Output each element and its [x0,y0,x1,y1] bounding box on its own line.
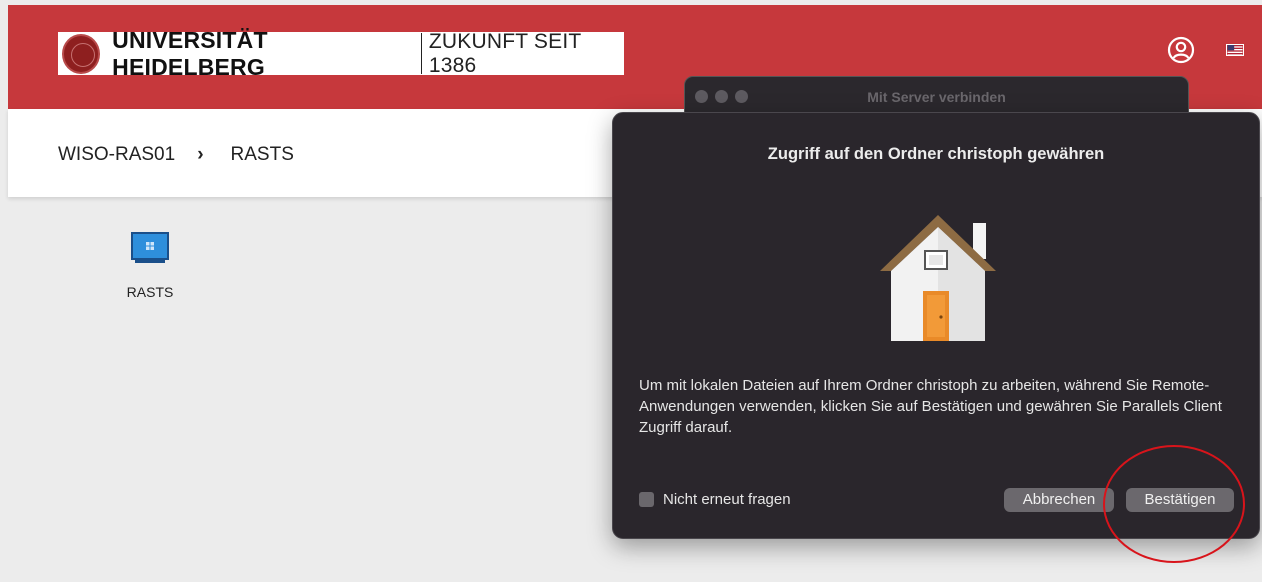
monitor-stand [135,260,165,263]
breadcrumb-item-server[interactable]: WISO-RAS01 [58,144,175,166]
university-tagline: ZUKUNFT SEIT 1386 [428,29,582,77]
cancel-button[interactable]: Abbrechen [1004,488,1114,512]
us-flag-icon[interactable] [1226,44,1244,56]
dont-ask-again-label[interactable]: Nicht erneut fragen [663,491,791,508]
confirm-button[interactable]: Bestätigen [1126,488,1234,512]
windows-monitor-icon [131,232,169,260]
user-circle-icon[interactable] [1167,36,1195,64]
home-folder-icon [880,215,996,341]
dialog-title: Zugriff auf den Ordner christoph gewähre… [767,145,1105,163]
university-logo[interactable]: UNIVERSITÄT HEIDELBERG ZUKUNFT SEIT 1386 [58,27,624,80]
university-name: UNIVERSITÄT HEIDELBERG [112,26,268,80]
dont-ask-again-checkbox[interactable] [639,492,654,507]
breadcrumb-separator: › [197,144,204,165]
resource-tile-label: RASTS [126,284,174,300]
logo-divider [420,33,422,74]
resource-tile-rasts[interactable]: RASTS [118,232,182,300]
university-seal-icon [62,33,101,74]
background-window-title: Mit Server verbinden [867,89,1006,105]
breadcrumb-item-current[interactable]: RASTS [231,144,294,166]
dont-ask-again-option[interactable]: Nicht erneut fragen [639,491,791,508]
permission-dialog: Zugriff auf den Ordner christoph gewähre… [612,112,1260,539]
breadcrumb: WISO-RAS01 › RASTS [58,144,294,166]
dialog-message: Um mit lokalen Dateien auf Ihrem Ordner … [639,377,1222,436]
